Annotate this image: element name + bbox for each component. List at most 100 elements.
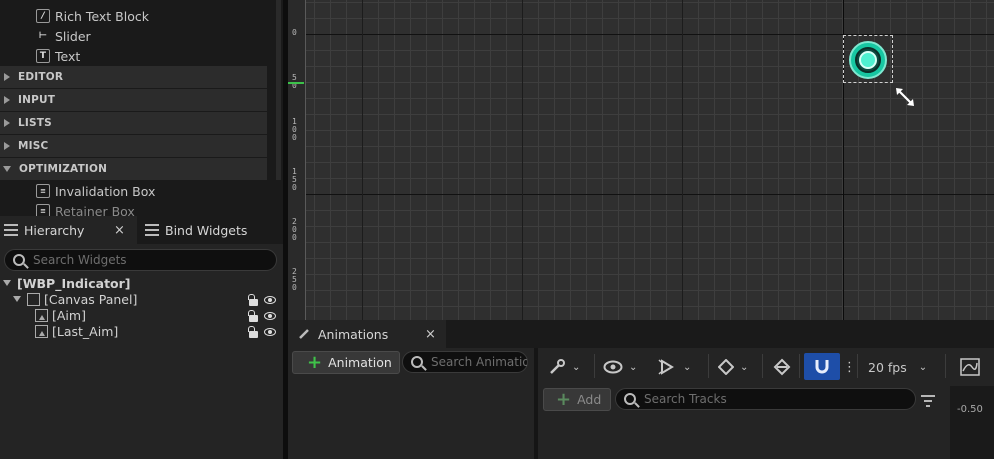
tools-dropdown[interactable]: ⌄ [548,356,580,378]
fps-dropdown[interactable]: 20 fps ⌄ [868,356,927,378]
lock-icon[interactable] [248,294,258,306]
animation-search-input[interactable] [431,355,527,369]
tree-row-aim[interactable]: [Aim] [35,307,86,323]
invalidation-box-icon: ≡ [36,184,50,198]
palette-item-retainer-box[interactable]: ≡ Retainer Box [36,201,135,216]
text-icon: T [36,49,50,63]
toolbar-separator [594,354,595,378]
tree-row-last-aim[interactable]: [Last_Aim] [35,323,118,339]
expand-arrow-icon [4,119,10,127]
category-label: MISC [18,140,49,152]
tab-label: Animations [318,326,389,342]
palette-item-rich-text-block[interactable]: / Rich Text Block [36,6,149,26]
tree-label: [WBP_Indicator] [17,275,131,291]
more-options-icon: ⋮ [843,359,856,375]
playback-dropdown[interactable]: ⌄ [657,356,691,378]
chevron-down-icon: ⌄ [572,361,581,373]
slider-icon: ⊢ [38,31,48,41]
palette-item-text[interactable]: T Text [36,46,80,66]
snap-magnet-toggle[interactable] [804,353,840,380]
hierarchy-icon [4,224,18,236]
ruler-label: 1 0 0 [292,117,297,142]
visibility-eye-icon[interactable] [264,296,276,304]
close-icon[interactable]: × [114,223,125,238]
auto-key-button[interactable] [773,356,791,378]
tab-hierarchy[interactable]: Hierarchy × [0,216,137,244]
category-optimization[interactable]: OPTIMIZATION [0,158,267,180]
add-animation-button[interactable]: + Animation [292,351,400,374]
eye-icon [603,360,623,374]
tab-label: Hierarchy [24,222,85,238]
snap-options-button[interactable]: ⋮ [843,356,856,378]
palette-item-slider[interactable]: ⊢ Slider [36,26,91,46]
curve-editor-button[interactable] [960,356,980,378]
chevron-down-icon: ⌄ [629,361,638,373]
chevron-down-icon: ⌄ [683,361,692,373]
ruler-label: 2 5 0 [292,267,297,292]
category-editor[interactable]: EDITOR [0,66,267,88]
tree-label: [Aim] [52,307,86,323]
tree-row-canvas-panel[interactable]: [Canvas Panel] [13,291,137,307]
tab-bind-widgets[interactable]: Bind Widgets [141,216,281,244]
bind-widgets-icon [145,224,159,236]
auto-key-icon [773,358,791,376]
timeline-tick-label: -0.50 [957,404,983,415]
ruler-label: 1 5 0 [292,167,297,192]
expand-arrow-icon [4,142,10,150]
category-input[interactable]: INPUT [0,89,267,111]
vertical-ruler: 0 5 0 1 0 0 1 5 0 2 0 0 2 5 0 [288,0,306,320]
visibility-eye-icon[interactable] [264,312,276,320]
palette-item-invalidation-box[interactable]: ≡ Invalidation Box [36,181,155,201]
ruler-label: 0 [292,28,297,37]
category-lists[interactable]: LISTS [0,112,267,134]
palette-item-label: Rich Text Block [55,8,149,24]
grid-major-line [306,194,994,195]
category-label: OPTIMIZATION [19,163,108,175]
palette-item-label: Slider [55,28,91,44]
collapse-arrow-icon[interactable] [3,280,11,286]
search-icon [411,356,423,368]
toolbar-separator [799,354,800,378]
tab-label: Bind Widgets [165,222,248,238]
track-search-input[interactable] [644,392,915,406]
canvas-panel-icon [27,292,40,306]
collapse-arrow-icon[interactable] [13,296,21,302]
hierarchy-panel: [WBP_Indicator] [Canvas Panel] [Aim] [La… [0,244,283,459]
lock-icon[interactable] [248,326,258,338]
toolbar-separator [762,354,763,378]
grid-major-line [682,0,683,320]
tree-label: [Last_Aim] [52,323,119,339]
category-misc[interactable]: MISC [0,135,267,157]
close-icon[interactable]: × [425,327,436,342]
visibility-eye-icon[interactable] [264,328,276,336]
grid-major-line [522,0,523,320]
keyframe-diamond-icon [718,359,734,375]
playback-options-icon [658,359,674,375]
lock-icon[interactable] [248,310,258,322]
aim-widget-core [859,51,877,69]
tree-row-root[interactable]: [WBP_Indicator] [3,275,131,291]
widget-search-input[interactable] [33,253,276,267]
track-filter-button[interactable] [920,390,936,412]
animation-search[interactable] [402,351,528,373]
hierarchy-tab-bar: Hierarchy × Bind Widgets [0,216,283,244]
tab-animations[interactable]: Animations × [288,320,446,348]
ruler-position-marker [288,82,304,84]
category-label: EDITOR [18,71,64,83]
timeline-area[interactable] [950,386,994,459]
add-track-button[interactable]: + Add [543,388,611,411]
track-search[interactable] [615,388,916,410]
view-dropdown[interactable]: ⌄ [603,356,637,378]
keyframe-dropdown[interactable]: ⌄ [718,356,748,378]
palette-item-label: Retainer Box [55,203,135,217]
palette-scrollbar[interactable] [276,0,281,180]
grid-major-line [362,0,363,320]
plus-icon: + [556,388,572,410]
fps-label: 20 fps [868,359,907,375]
animation-pen-icon [299,329,309,339]
widget-search[interactable] [4,249,277,271]
expand-arrow-icon [4,73,10,81]
palette-item-label: Text [55,48,81,64]
resize-cursor-icon [896,88,914,106]
magnet-icon [815,359,829,373]
